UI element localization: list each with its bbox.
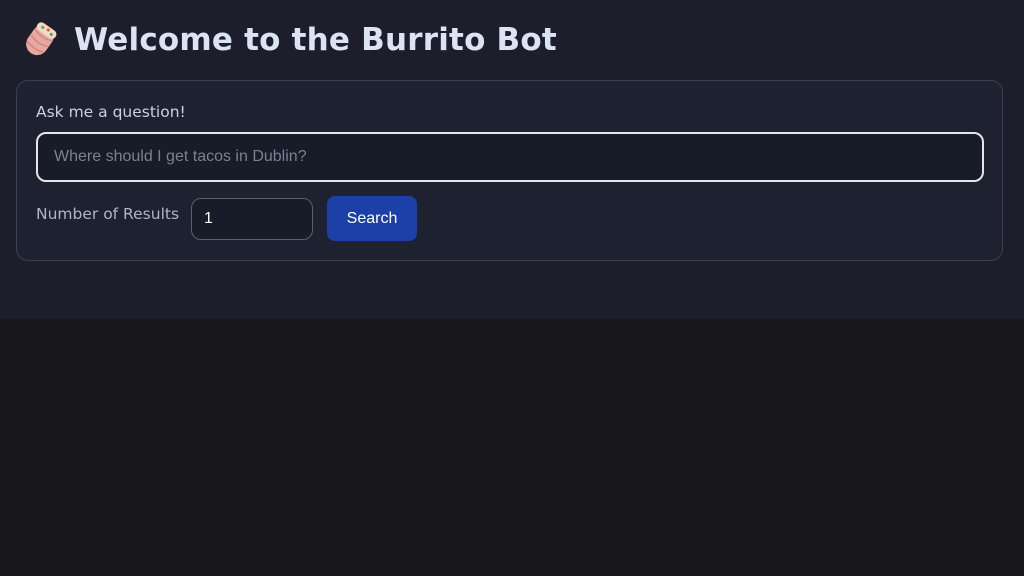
number-of-results-label: Number of Results: [36, 205, 180, 223]
app-panel: Welcome to the Burrito Bot Ask me a ques…: [0, 0, 1024, 319]
header: Welcome to the Burrito Bot: [20, 20, 557, 60]
question-label: Ask me a question!: [36, 103, 186, 121]
question-input[interactable]: [36, 132, 984, 182]
search-button[interactable]: Search: [327, 196, 417, 241]
page-title: Welcome to the Burrito Bot: [74, 22, 557, 58]
number-of-results-input[interactable]: [191, 198, 313, 240]
question-form-card: Ask me a question! Number of Results Sea…: [16, 80, 1003, 261]
burrito-icon: [20, 20, 60, 60]
